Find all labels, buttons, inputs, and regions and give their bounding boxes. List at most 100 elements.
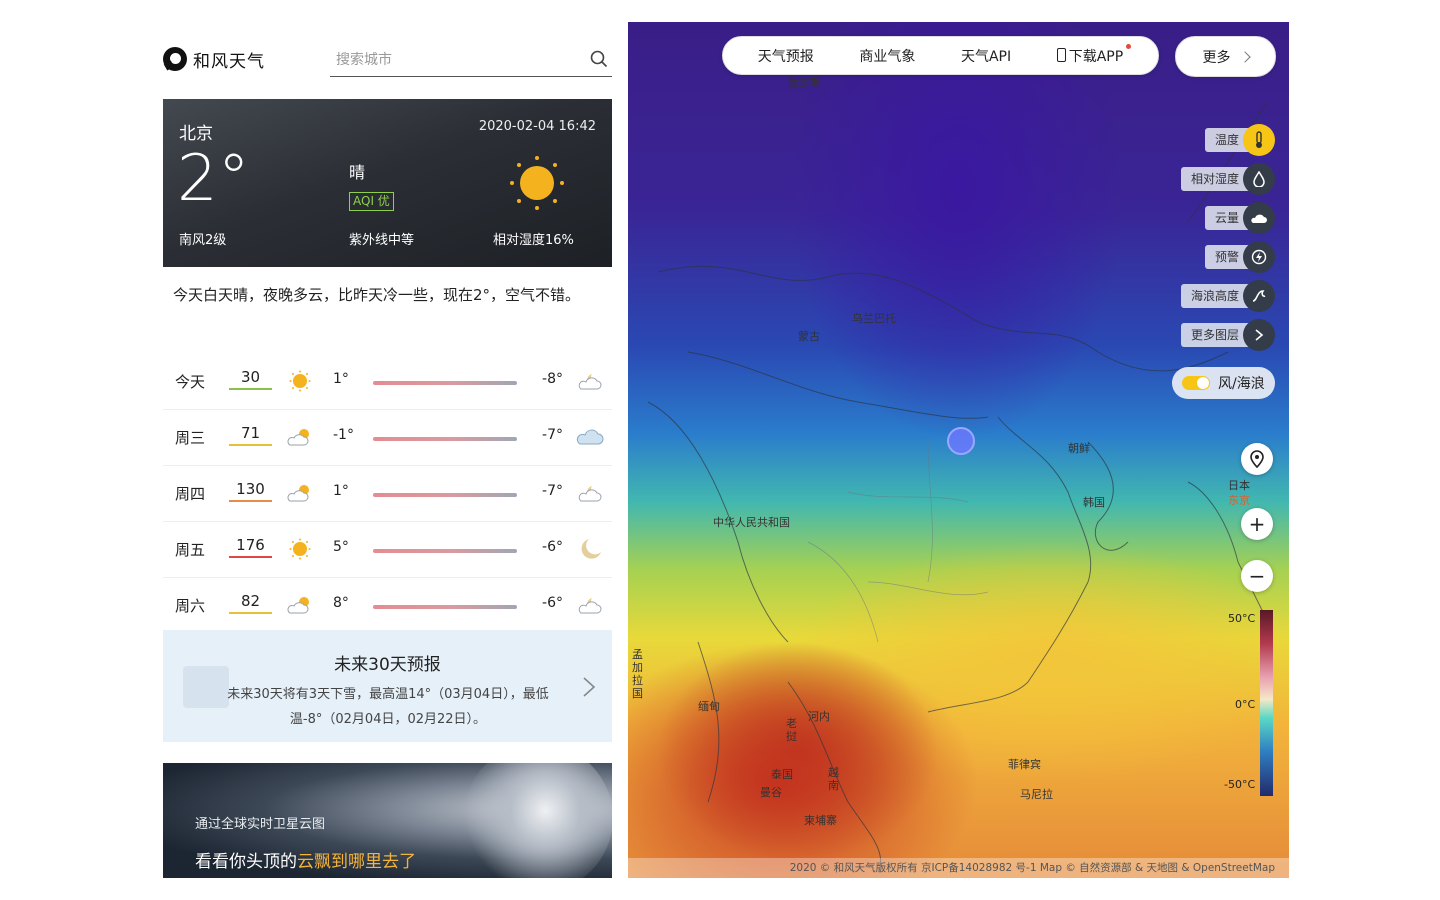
nav-business[interactable]: 商业气象	[859, 46, 915, 66]
layer-temperature[interactable]: 温度	[1204, 124, 1275, 156]
forecast-day: 周三	[175, 429, 206, 447]
locate-button[interactable]	[1241, 443, 1273, 475]
map-label-thailand: 泰国	[771, 768, 793, 781]
forecast-row[interactable]: 周六 82 8° -6°	[163, 578, 612, 633]
temperature-legend	[1260, 610, 1273, 796]
weather-map[interactable]: 俄罗斯 乌兰巴托 蒙古 朝鲜 韩国 日本 东京 中华人民共和国 孟加拉国 缅甸 …	[628, 22, 1289, 878]
forecast-day: 周五	[175, 541, 206, 559]
location-marker[interactable]	[947, 427, 975, 455]
layer-warning[interactable]: 预警	[1204, 241, 1275, 273]
cloud-icon	[1243, 202, 1275, 234]
sun-icon	[510, 156, 564, 210]
location-pin-icon	[1250, 450, 1264, 468]
satellite-banner[interactable]: 通过全球实时卫星云图 看看你头顶的云飘到哪里去了	[163, 763, 612, 878]
map-label-ulaanbaatar: 乌兰巴托	[852, 312, 896, 325]
forecast-aqi: 30	[229, 368, 272, 390]
left-panel: 和风天气 北京 2020-02-04 16:42 2° 晴 AQI 优 南风2级…	[163, 22, 612, 878]
logo[interactable]: 和风天气	[163, 46, 265, 72]
forecast-low: -6°	[542, 595, 563, 611]
temperature-range-bar	[373, 605, 517, 609]
wind-info: 南风2级	[179, 233, 227, 248]
zoom-out-button[interactable]: −	[1241, 560, 1273, 592]
forecast-row[interactable]: 今天 30 1° -8°	[163, 354, 612, 410]
temperature-range-bar	[373, 437, 517, 441]
sun-icon	[289, 538, 311, 560]
sun-icon	[289, 370, 311, 392]
map-label-china: 中华人民共和国	[713, 516, 790, 529]
moon-icon	[581, 539, 601, 559]
forecast-row[interactable]: 周五 176 5° -6°	[163, 522, 612, 578]
update-time: 2020-02-04 16:42	[478, 119, 596, 134]
nav-download-app[interactable]: 下载APP	[1056, 43, 1132, 66]
current-weather-card[interactable]: 北京 2020-02-04 16:42 2° 晴 AQI 优 南风2级 紫外线中…	[163, 99, 612, 267]
phone-icon	[1056, 47, 1066, 62]
forecast-row[interactable]: 周四 130 1° -7°	[163, 466, 612, 522]
forecast-day: 周四	[175, 485, 206, 503]
layer-cloud[interactable]: 云量	[1204, 202, 1275, 234]
map-label-japan: 日本	[1228, 479, 1250, 492]
map-attribution: 2020 © 和风天气版权所有 京ICP备14028982 号-1 Map © …	[628, 858, 1289, 878]
chevron-right-icon	[583, 677, 596, 697]
daily-forecast-list: 今天 30 1° -8° 周三 71 -1° -7° 周四 130 1° -7°	[163, 354, 612, 633]
forecast-high: -1°	[333, 427, 354, 443]
forecast-30-desc: 未来30天将有3天下雪，最高温14°（03月04日），最低温-8°（02月04日…	[227, 687, 549, 727]
droplet-icon	[1243, 163, 1275, 195]
current-temperature: 2°	[177, 142, 250, 216]
zoom-in-button[interactable]: +	[1241, 508, 1273, 540]
nav-forecast[interactable]: 天气预报	[758, 46, 814, 66]
layer-humidity[interactable]: 相对湿度	[1180, 163, 1275, 195]
forecast-low: -6°	[542, 539, 563, 555]
temperature-range-bar	[373, 493, 517, 497]
forecast-high: 1°	[333, 483, 349, 499]
notification-dot	[1126, 43, 1132, 49]
layer-more[interactable]: 更多图层	[1180, 319, 1275, 351]
forecast-day: 今天	[175, 373, 206, 391]
forecast-aqi: 82	[229, 592, 272, 614]
forecast-aqi: 176	[229, 536, 272, 558]
forecast-high: 5°	[333, 539, 349, 555]
map-label-skorea: 韩国	[1083, 496, 1105, 509]
more-button[interactable]: 更多	[1175, 36, 1276, 77]
satellite-title-prefix: 看看你头顶的	[195, 852, 297, 872]
forecast-30-day-card[interactable]: 未来30天预报 未来30天将有3天下雪，最高温14°（03月04日），最低温-8…	[163, 630, 612, 742]
toggle-switch	[1182, 376, 1210, 390]
logo-text: 和风天气	[193, 51, 265, 72]
forecast-row[interactable]: 周三 71 -1° -7°	[163, 410, 612, 466]
partly-cloudy-night-icon	[578, 486, 602, 502]
search-icon[interactable]	[590, 50, 608, 68]
uv-index: 紫外线中等	[349, 233, 415, 248]
legend-min: -50°C	[1224, 778, 1256, 791]
chevron-right-icon	[1238, 50, 1251, 63]
map-label-philippines: 菲律宾	[1008, 758, 1041, 771]
forecast-high: 8°	[333, 595, 349, 611]
forecast-low: -7°	[542, 483, 563, 499]
top-nav: 天气预报 商业气象 天气API 下载APP	[722, 36, 1159, 75]
layer-wave-height[interactable]: 海浪高度	[1180, 280, 1275, 312]
satellite-subtitle: 通过全球实时卫星云图	[195, 817, 326, 832]
weather-condition: 晴	[349, 163, 366, 182]
map-label-nkorea: 朝鲜	[1068, 442, 1090, 455]
forecast-high: 1°	[333, 371, 349, 387]
map-label-cambodia: 柬埔寨	[804, 814, 837, 827]
logo-icon	[163, 47, 187, 71]
aqi-badge: AQI 优	[349, 192, 394, 211]
nav-api[interactable]: 天气API	[961, 46, 1011, 66]
more-label: 更多	[1202, 49, 1231, 66]
forecast-low: -8°	[542, 371, 563, 387]
map-label-myanmar: 缅甸	[698, 700, 720, 713]
map-label-tokyo: 东京	[1228, 494, 1250, 507]
cloud-swirl-image	[463, 763, 612, 878]
wind-wave-toggle[interactable]: 风/海浪	[1172, 367, 1275, 399]
forecast-aqi: 130	[229, 480, 272, 502]
satellite-title-highlight: 云飘到哪里去了	[297, 852, 416, 872]
map-label-manila: 马尼拉	[1020, 788, 1053, 801]
search-input[interactable]	[334, 46, 578, 74]
weather-summary: 今天白天晴，夜晚多云，比昨天冷一些，现在2°，空气不错。	[173, 286, 581, 304]
legend-max: 50°C	[1228, 612, 1256, 625]
forecast-low: -7°	[542, 427, 563, 443]
thermometer-icon	[1243, 124, 1275, 156]
forecast-aqi: 71	[229, 424, 272, 446]
forecast-day: 周六	[175, 597, 206, 615]
partly-cloudy-night-icon	[578, 598, 602, 614]
nav-download-app-label: 下载APP	[1068, 48, 1124, 65]
